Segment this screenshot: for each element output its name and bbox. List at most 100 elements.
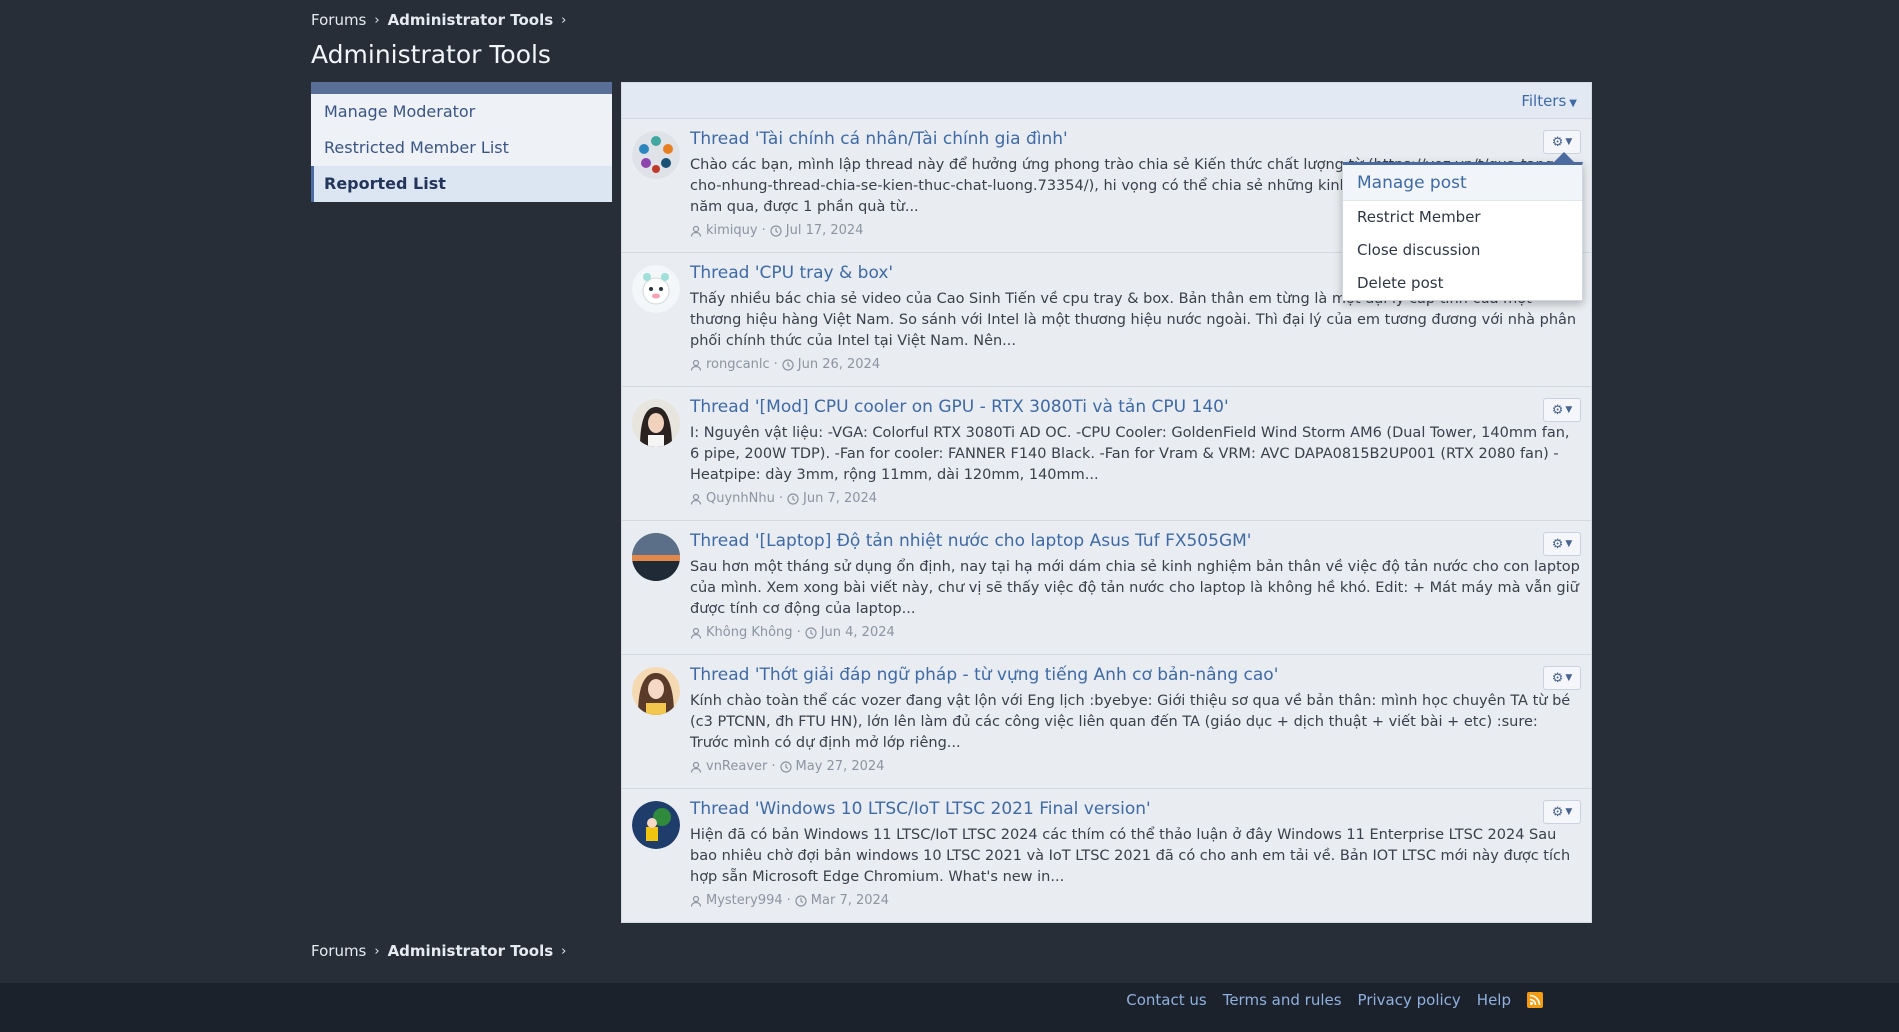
chevron-right-icon: › — [374, 12, 380, 28]
thread-author[interactable]: Mystery994 — [706, 893, 783, 908]
thread-title[interactable]: Thread 'Tài chính cá nhân/Tài chính gia … — [690, 129, 1068, 149]
filters-label: Filters — [1521, 92, 1567, 110]
thread-author[interactable]: vnReaver — [706, 759, 767, 774]
chevron-right-icon: › — [374, 943, 380, 959]
menu-item-restrict-member[interactable]: Restrict Member — [1343, 201, 1582, 234]
clock-icon — [805, 626, 817, 639]
meta-separator: · — [778, 491, 783, 506]
thread-meta: Không Không · Jun 4, 2024 — [690, 625, 895, 640]
thread-snippet: Kính chào toàn thể các vozer đang vật lộ… — [690, 693, 1571, 751]
thread-snippet: Hiện đã có bản Windows 11 LTSC/IoT LTSC … — [690, 827, 1571, 885]
user-icon — [690, 493, 702, 505]
manage-post-menu: Manage post Restrict Member Close discus… — [1342, 162, 1583, 301]
sidebar: Manage Moderator Restricted Member List … — [311, 82, 612, 202]
rss-icon[interactable] — [1527, 992, 1543, 1008]
list-item: Thread '[Mod] CPU cooler on GPU - RTX 30… — [622, 387, 1591, 521]
avatar[interactable] — [632, 399, 680, 447]
thread-meta: QuynhNhu · Jun 7, 2024 — [690, 491, 877, 506]
avatar[interactable] — [632, 265, 680, 313]
footer-link-contact[interactable]: Contact us — [1126, 991, 1206, 1009]
filters-button[interactable]: Filters ▼ — [1521, 92, 1577, 110]
avatar[interactable] — [632, 667, 680, 715]
thread-author[interactable]: kimiquy — [706, 223, 758, 238]
gear-icon: ⚙ — [1551, 536, 1564, 552]
footer: Contact us Terms and rules Privacy polic… — [0, 983, 1899, 1032]
thread-date: Jun 7, 2024 — [803, 491, 878, 506]
gear-menu-button[interactable]: ⚙ ▼ — [1543, 666, 1581, 690]
chevron-down-icon: ▼ — [1565, 673, 1573, 683]
thread-meta: Mystery994 · Mar 7, 2024 — [690, 893, 889, 908]
thread-date: Jun 26, 2024 — [797, 357, 881, 372]
list-item: Thread 'Windows 10 LTSC/IoT LTSC 2021 Fi… — [622, 789, 1591, 923]
thread-meta: kimiquy · Jul 17, 2024 — [690, 223, 863, 238]
thread-date: Jul 17, 2024 — [785, 223, 864, 238]
chevron-right-icon: › — [561, 12, 567, 28]
breadcrumb: Forums › Administrator Tools › — [311, 11, 574, 29]
meta-separator: · — [761, 223, 766, 238]
avatar[interactable] — [632, 801, 680, 849]
footer-link-privacy[interactable]: Privacy policy — [1358, 991, 1461, 1009]
chevron-down-icon: ▼ — [1565, 539, 1573, 549]
menu-item-close-discussion[interactable]: Close discussion — [1343, 234, 1582, 267]
footer-link-help[interactable]: Help — [1477, 991, 1511, 1009]
thread-meta: vnReaver · May 27, 2024 — [690, 759, 884, 774]
gear-icon: ⚙ — [1551, 402, 1564, 418]
list-item: Thread 'Thớt giải đáp ngữ pháp - từ vựng… — [622, 655, 1591, 789]
thread-title[interactable]: Thread 'Thớt giải đáp ngữ pháp - từ vựng… — [690, 665, 1278, 685]
clock-icon — [787, 492, 799, 505]
thread-title[interactable]: Thread 'Windows 10 LTSC/IoT LTSC 2021 Fi… — [690, 799, 1151, 819]
avatar[interactable] — [632, 131, 680, 179]
thread-date: Jun 4, 2024 — [820, 625, 895, 640]
clock-icon — [795, 894, 807, 907]
user-icon — [690, 225, 702, 237]
thread-title[interactable]: Thread '[Mod] CPU cooler on GPU - RTX 30… — [690, 397, 1229, 417]
meta-separator: · — [771, 759, 776, 774]
thread-author[interactable]: Không Không — [706, 625, 793, 640]
chevron-right-icon: › — [561, 943, 567, 959]
meta-separator: · — [796, 625, 801, 640]
thread-author[interactable]: QuynhNhu — [706, 491, 775, 506]
menu-item-delete-post[interactable]: Delete post — [1343, 267, 1582, 300]
breadcrumb-admin-tools[interactable]: Administrator Tools — [388, 942, 554, 960]
footer-link-terms[interactable]: Terms and rules — [1223, 991, 1342, 1009]
user-icon — [690, 627, 702, 639]
thread-meta: rongcanlc · Jun 26, 2024 — [690, 357, 880, 372]
thread-title[interactable]: Thread '[Laptop] Độ tản nhiệt nước cho l… — [690, 531, 1251, 551]
list-item: Thread '[Laptop] Độ tản nhiệt nước cho l… — [622, 521, 1591, 655]
gear-icon: ⚙ — [1551, 134, 1564, 150]
thread-date: May 27, 2024 — [795, 759, 885, 774]
user-icon — [690, 359, 702, 371]
gear-menu-button[interactable]: ⚙ ▼ — [1543, 398, 1581, 422]
thread-snippet: Sau hơn một tháng sử dụng ổn định, nay t… — [690, 559, 1580, 617]
breadcrumb-forums[interactable]: Forums — [311, 942, 366, 960]
meta-separator: · — [773, 357, 778, 372]
sidebar-item-manage-moderator[interactable]: Manage Moderator — [311, 94, 612, 130]
footer-links: Contact us Terms and rules Privacy polic… — [1126, 983, 1543, 1017]
thread-title[interactable]: Thread 'CPU tray & box' — [690, 263, 893, 283]
menu-header: Manage post — [1343, 165, 1582, 201]
clock-icon — [782, 358, 794, 371]
chevron-down-icon: ▼ — [1565, 807, 1573, 817]
chevron-down-icon: ▼ — [1565, 137, 1573, 147]
gear-icon: ⚙ — [1551, 804, 1564, 820]
meta-separator: · — [786, 893, 791, 908]
gear-icon: ⚙ — [1551, 670, 1564, 686]
thread-date: Mar 7, 2024 — [810, 893, 890, 908]
panel-header: Filters ▼ — [622, 83, 1591, 119]
thread-author[interactable]: rongcanlc — [706, 357, 770, 372]
chevron-down-icon: ▼ — [1569, 98, 1577, 109]
clock-icon — [770, 224, 782, 237]
sidebar-item-restricted-member-list[interactable]: Restricted Member List — [311, 130, 612, 166]
breadcrumb-admin-tools[interactable]: Administrator Tools — [388, 11, 554, 29]
user-icon — [690, 761, 702, 773]
gear-menu-button[interactable]: ⚙ ▼ — [1543, 532, 1581, 556]
avatar[interactable] — [632, 533, 680, 581]
gear-menu-button[interactable]: ⚙ ▼ — [1543, 800, 1581, 824]
sidebar-item-reported-list[interactable]: Reported List — [311, 166, 612, 202]
gear-menu-button[interactable]: ⚙ ▼ — [1543, 130, 1581, 154]
breadcrumb-bottom: Forums › Administrator Tools › — [311, 942, 574, 960]
chevron-down-icon: ▼ — [1565, 405, 1573, 415]
thread-snippet: I: Nguyên vật liệu: -VGA: Colorful RTX 3… — [690, 425, 1570, 483]
user-icon — [690, 895, 702, 907]
breadcrumb-forums[interactable]: Forums — [311, 11, 366, 29]
